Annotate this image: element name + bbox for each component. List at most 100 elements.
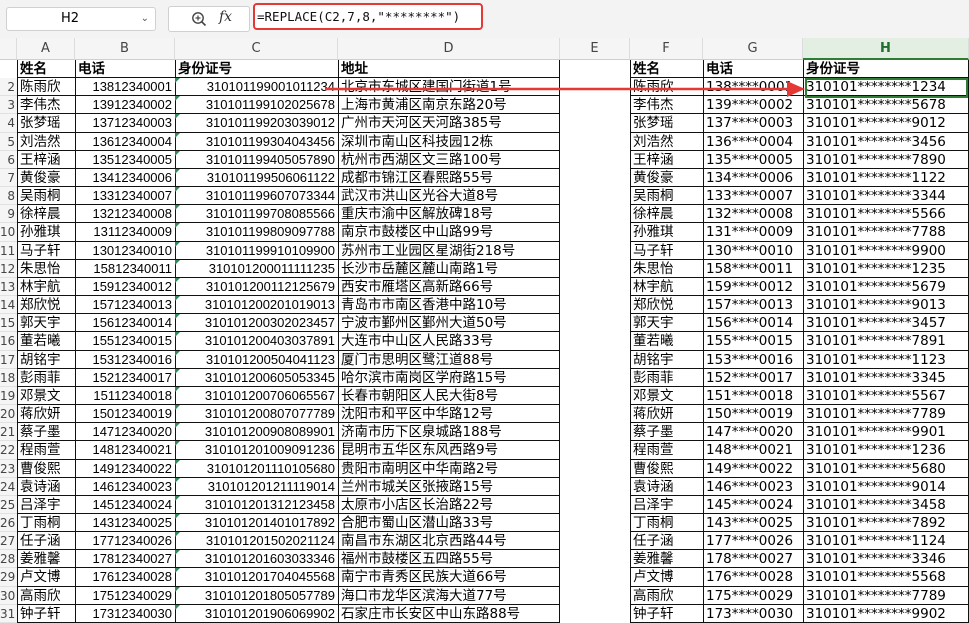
left_table-cell[interactable]: 310101199607073344: [175, 187, 338, 206]
left_table-cell[interactable]: 13912340002: [75, 96, 175, 115]
row-header[interactable]: 3: [0, 96, 17, 115]
column-header-b[interactable]: B: [75, 38, 175, 60]
right_table-cell[interactable]: 胡铭宇: [630, 351, 703, 369]
left_table-cell[interactable]: 310101201906069902: [175, 605, 338, 623]
right_table-cell[interactable]: 丁雨桐: [630, 514, 703, 533]
row-header[interactable]: 14: [0, 296, 17, 315]
left_table-cell[interactable]: 郭天宇: [17, 314, 75, 333]
left_table-cell[interactable]: 13812340001: [75, 78, 175, 97]
left_table-cell[interactable]: 310101199708085566: [175, 205, 338, 224]
right_table-cell[interactable]: 310101********5679: [803, 278, 969, 297]
right_table-cell[interactable]: 蔡子墨: [630, 423, 703, 442]
right_table-cell[interactable]: 310101********3346: [803, 550, 969, 569]
selected-cell-h2[interactable]: [805, 78, 968, 98]
left_table-cell[interactable]: 17612340028: [75, 568, 175, 587]
row-header[interactable]: 31: [0, 604, 17, 623]
right_table-cell[interactable]: 310101********7788: [803, 223, 969, 242]
left_table-cell[interactable]: 卢文博: [17, 568, 75, 587]
left_table-cell[interactable]: 310101199405057890: [175, 151, 338, 169]
left_table-cell[interactable]: 太原市小店区长治路22号: [338, 496, 560, 514]
row-header[interactable]: 24: [0, 477, 17, 496]
right_table-cell[interactable]: 310101********1236: [803, 441, 969, 460]
left_table-cell[interactable]: 15712340013: [75, 296, 175, 315]
left_table-cell[interactable]: 青岛市市南区香港中路10号: [338, 296, 560, 315]
left_table-cell[interactable]: 310101200112125679: [175, 278, 338, 297]
left_table-cell[interactable]: 钟子轩: [17, 605, 75, 623]
left_table-cell[interactable]: 南京市鼓楼区中山路99号: [338, 223, 560, 242]
left_table-cell[interactable]: 彭雨菲: [17, 369, 75, 387]
left_table-header-cell[interactable]: 身份证号: [175, 60, 338, 79]
right_table-cell[interactable]: 310101********9902: [803, 605, 969, 623]
right_table-cell[interactable]: 310101********3456: [803, 133, 969, 151]
left_table-cell[interactable]: 张梦瑶: [17, 114, 75, 133]
left_table-cell[interactable]: 14612340023: [75, 478, 175, 496]
right_table-cell[interactable]: 135****0005: [703, 151, 803, 169]
row-header[interactable]: 9: [0, 205, 17, 224]
left_table-cell[interactable]: 310101200504041123: [175, 351, 338, 369]
left_table-cell[interactable]: 310101200807077789: [175, 405, 338, 424]
left_table-cell[interactable]: 马子轩: [17, 242, 75, 260]
left_table-cell[interactable]: 吴雨桐: [17, 187, 75, 206]
left_table-cell[interactable]: 310101201704045568: [175, 568, 338, 587]
right_table-cell[interactable]: 153****0016: [703, 351, 803, 369]
right_table-cell[interactable]: 155****0015: [703, 332, 803, 351]
row-header[interactable]: 5: [0, 132, 17, 151]
right_table-header-cell[interactable]: 电话: [703, 60, 803, 79]
left_table-header-cell[interactable]: 地址: [338, 60, 560, 79]
left_table-cell[interactable]: 刘浩然: [17, 133, 75, 151]
right_table-cell[interactable]: 152****0017: [703, 369, 803, 387]
left_table-cell[interactable]: 南昌市东湖区北京西路44号: [338, 532, 560, 551]
left_table-cell[interactable]: 310101201312123458: [175, 496, 338, 514]
left_table-cell[interactable]: 曹俊熙: [17, 460, 75, 478]
right_table-cell[interactable]: 310101********9014: [803, 478, 969, 496]
row-header[interactable]: 21: [0, 423, 17, 442]
right_table-cell[interactable]: 姜雅馨: [630, 550, 703, 569]
left_table-cell[interactable]: 310101201211119014: [175, 478, 338, 496]
right_table-cell[interactable]: 卢文博: [630, 568, 703, 587]
right_table-cell[interactable]: 黄俊豪: [630, 169, 703, 188]
right_table-cell[interactable]: 310101********9012: [803, 114, 969, 133]
left_table-cell[interactable]: 310101200908089901: [175, 423, 338, 442]
row-header[interactable]: 8: [0, 187, 17, 206]
right_table-cell[interactable]: 310101********5566: [803, 205, 969, 224]
left_table-cell[interactable]: 310101200201019013: [175, 296, 338, 315]
left_table-cell[interactable]: 程雨萱: [17, 441, 75, 460]
left_table-header-cell[interactable]: 姓名: [17, 60, 75, 79]
left_table-cell[interactable]: 孙雅琪: [17, 223, 75, 242]
right_table-cell[interactable]: 310101********1235: [803, 260, 969, 278]
left_table-cell[interactable]: 13112340009: [75, 223, 175, 242]
column-header-a[interactable]: A: [17, 38, 75, 60]
left_table-cell[interactable]: 14712340020: [75, 423, 175, 442]
row-header[interactable]: 25: [0, 495, 17, 514]
row-header[interactable]: 19: [0, 386, 17, 406]
left_table-cell[interactable]: 310101200011111235: [175, 260, 338, 278]
left_table-cell[interactable]: 胡铭宇: [17, 351, 75, 369]
right_table-cell[interactable]: 孙雅琪: [630, 223, 703, 242]
row-header[interactable]: 27: [0, 532, 17, 551]
left_table-cell[interactable]: 丁雨桐: [17, 514, 75, 533]
left_table-cell[interactable]: 14912340022: [75, 460, 175, 478]
left_table-cell[interactable]: 吕泽宇: [17, 496, 75, 514]
right_table-cell[interactable]: 蒋欣妍: [630, 405, 703, 424]
right_table-cell[interactable]: 310101********7892: [803, 514, 969, 533]
chevron-down-icon[interactable]: ⌄: [141, 8, 149, 30]
column-header-c[interactable]: C: [175, 38, 338, 60]
left_table-cell[interactable]: 高雨欣: [17, 587, 75, 605]
right_table-cell[interactable]: 袁诗涵: [630, 478, 703, 496]
right_table-cell[interactable]: 310101********9901: [803, 423, 969, 442]
right_table-cell[interactable]: 邓景文: [630, 387, 703, 406]
column-header-g[interactable]: G: [703, 38, 803, 60]
left_table-header-cell[interactable]: 电话: [75, 60, 175, 79]
left_table-cell[interactable]: 310101199102025678: [175, 96, 338, 115]
left_table-cell[interactable]: 13612340004: [75, 133, 175, 151]
right_table-cell[interactable]: 136****0004: [703, 133, 803, 151]
left_table-cell[interactable]: 成都市锦江区春熙路55号: [338, 169, 560, 188]
left_table-cell[interactable]: 长沙市岳麓区麓山南路1号: [338, 260, 560, 278]
right_table-cell[interactable]: 310101********1124: [803, 532, 969, 551]
row-header[interactable]: 12: [0, 259, 17, 278]
right_table-cell[interactable]: 310101********9900: [803, 242, 969, 260]
left_table-cell[interactable]: 广州市天河区天河路385号: [338, 114, 560, 133]
row-header[interactable]: 15: [0, 314, 17, 333]
right_table-cell[interactable]: 131****0009: [703, 223, 803, 242]
column-header-e[interactable]: E: [560, 38, 630, 60]
